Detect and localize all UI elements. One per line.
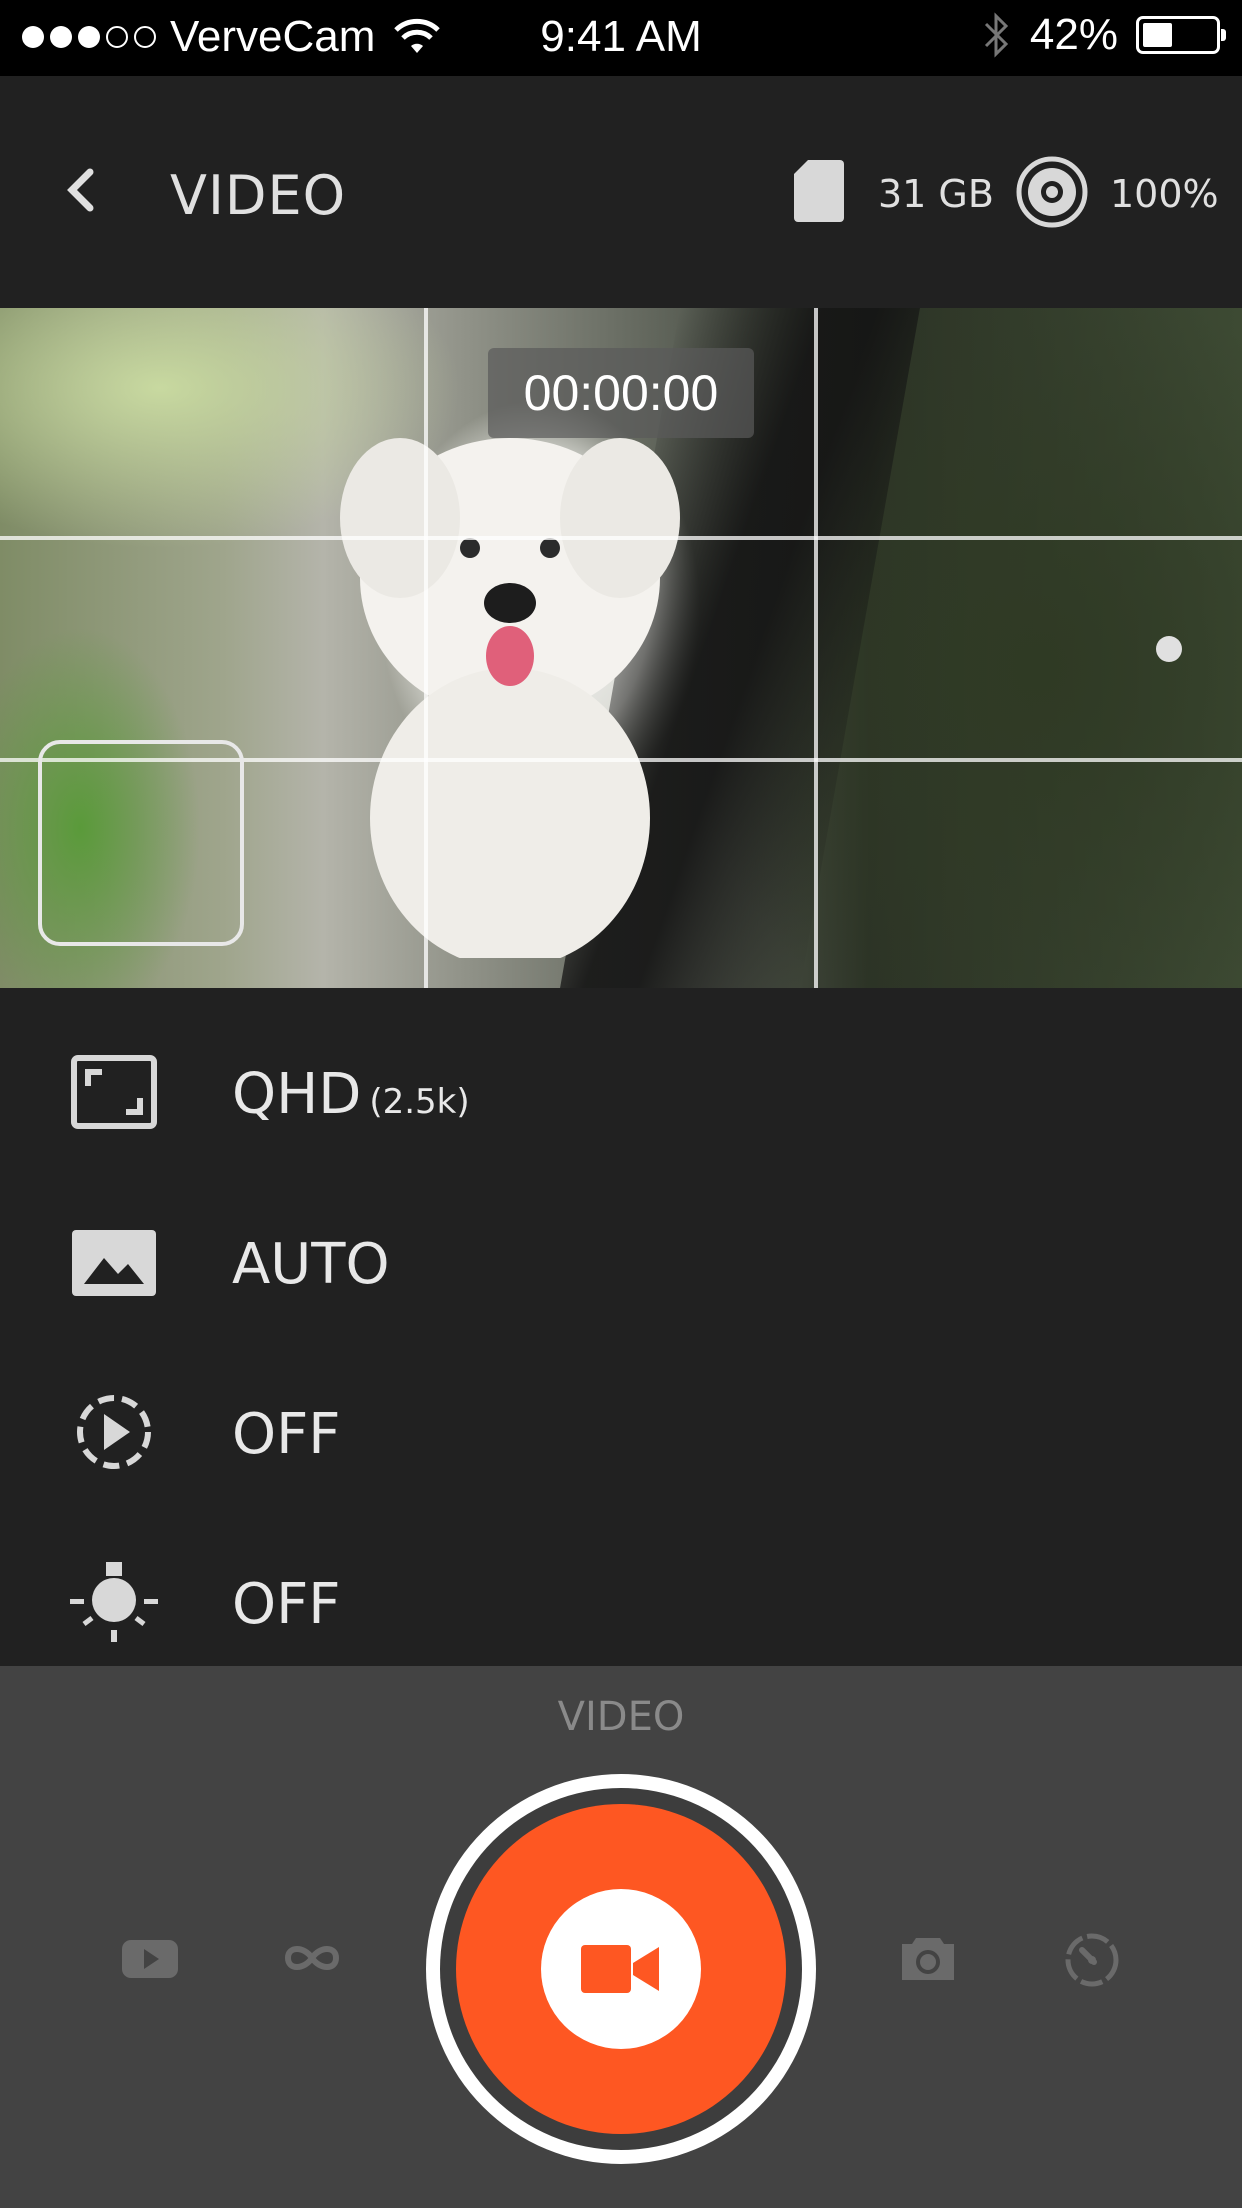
camera-icon[interactable] xyxy=(898,1928,958,1988)
mode-panel: VIDEO xyxy=(0,1666,1242,2208)
timer-icon[interactable] xyxy=(1062,1928,1122,1988)
setting-timelapse-label: OFF xyxy=(232,1402,341,1467)
last-capture-thumbnail[interactable] xyxy=(38,740,244,946)
light-icon xyxy=(70,1562,158,1642)
image-icon xyxy=(72,1230,156,1296)
resolution-icon xyxy=(71,1055,157,1129)
video-record-icon xyxy=(581,1945,659,1993)
header: VIDEO 31 GB 100% xyxy=(0,76,1242,308)
setting-row-image[interactable]: AUTO xyxy=(0,1192,1242,1322)
page-title: VIDEO xyxy=(170,164,347,227)
status-bar: VerveCam 9:41 AM 42% xyxy=(0,0,1242,76)
loop-icon[interactable] xyxy=(282,1928,342,1988)
camera-battery-icon xyxy=(1016,156,1088,228)
grid-line xyxy=(814,308,818,988)
battery-icon xyxy=(1136,16,1226,54)
focus-indicator[interactable] xyxy=(1156,636,1182,662)
chevron-left-icon[interactable] xyxy=(58,160,108,220)
setting-row-resolution[interactable]: QHD (2.5k) xyxy=(0,1022,1242,1152)
setting-light-label: OFF xyxy=(232,1572,341,1637)
dog-preview-graphic xyxy=(340,438,680,958)
setting-resolution-sublabel: (2.5k) xyxy=(369,1082,470,1122)
camera-viewfinder[interactable]: 00:00:00 xyxy=(0,308,1242,988)
settings-list: QHD (2.5k) AUTO OFF OFF xyxy=(0,988,1242,1666)
record-button[interactable] xyxy=(426,1774,816,2164)
timelapse-icon xyxy=(77,1395,151,1469)
recording-timer: 00:00:00 xyxy=(488,348,754,438)
setting-row-timelapse[interactable]: OFF xyxy=(0,1362,1242,1492)
storage-label: 31 GB xyxy=(878,172,994,216)
setting-image-label: AUTO xyxy=(232,1232,390,1297)
grid-line xyxy=(0,536,1242,540)
setting-row-light[interactable]: OFF xyxy=(0,1532,1242,1662)
battery-percent: 42% xyxy=(1029,10,1118,59)
grid-line xyxy=(424,308,428,988)
bluetooth-icon xyxy=(984,12,1009,58)
current-mode-label: VIDEO xyxy=(557,1694,685,1740)
sd-card-icon xyxy=(794,160,844,222)
camera-battery-label: 100% xyxy=(1110,172,1219,216)
youtube-icon[interactable] xyxy=(120,1928,180,1988)
setting-resolution-label: QHD xyxy=(232,1062,362,1127)
